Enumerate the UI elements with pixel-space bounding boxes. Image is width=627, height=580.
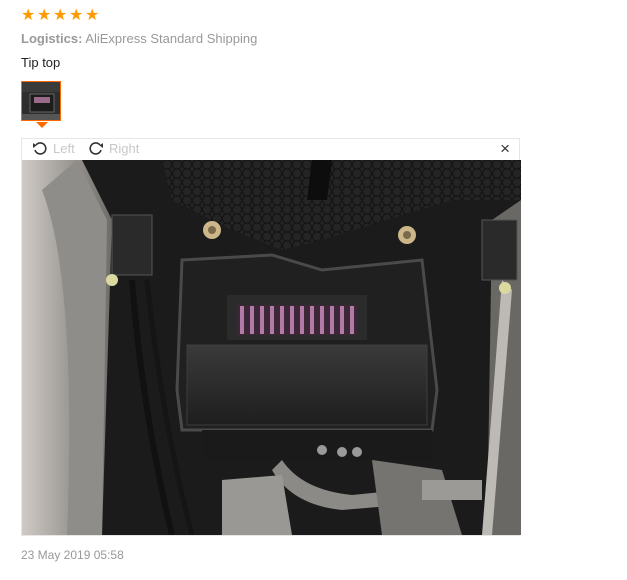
logistics-label: Logistics: xyxy=(21,31,83,46)
star-icon: ★ xyxy=(21,7,36,24)
rotate-left-button[interactable]: Left xyxy=(32,140,75,156)
star-icon: ★ xyxy=(37,7,52,24)
rotate-right-icon xyxy=(89,142,103,155)
logistics-value: AliExpress Standard Shipping xyxy=(85,31,258,46)
review-date: 23 May 2019 05:58 xyxy=(21,548,124,562)
review-photo xyxy=(22,160,521,535)
thumbnail-selected-indicator xyxy=(36,122,48,128)
viewer-toolbar: Left Right × xyxy=(22,139,519,160)
close-icon[interactable]: × xyxy=(500,140,510,158)
logistics-info: Logistics: AliExpress Standard Shipping xyxy=(21,31,257,46)
rotate-right-button[interactable]: Right xyxy=(88,140,139,156)
rotate-right-label: Right xyxy=(109,140,140,156)
image-viewer: Left Right × xyxy=(21,138,521,536)
star-icon: ★ xyxy=(85,7,100,24)
review-photo-thumbnail[interactable] xyxy=(21,81,61,121)
review-text: Tip top xyxy=(21,55,61,70)
star-icon: ★ xyxy=(69,7,84,24)
rating-stars: ★ ★ ★ ★ ★ xyxy=(21,7,100,24)
rotate-left-label: Left xyxy=(53,140,75,156)
star-icon: ★ xyxy=(53,7,68,24)
rotate-left-icon xyxy=(33,142,47,155)
